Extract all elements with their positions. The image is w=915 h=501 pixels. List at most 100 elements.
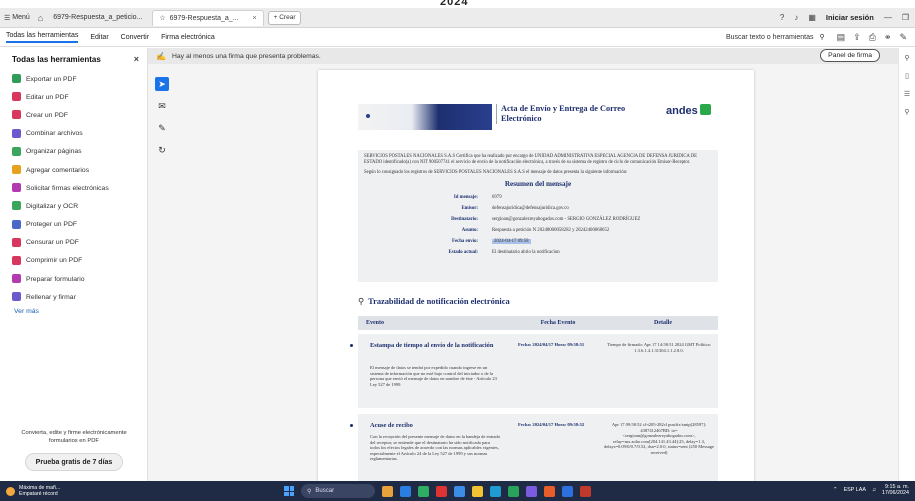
event-description: Con la recepción del presente mensaje de… bbox=[370, 434, 500, 462]
summary-key: Destinatario: bbox=[451, 217, 478, 222]
summary-row: Emisor: defensajuridica@defensajuridica.g… bbox=[364, 203, 712, 214]
volume-icon[interactable]: ♫ bbox=[872, 487, 876, 493]
year-label: 2024 bbox=[440, 0, 469, 8]
comment-icon[interactable]: ✉ bbox=[155, 99, 169, 113]
weather-widget[interactable]: Máxima de mañ... Empataré récord bbox=[6, 485, 60, 497]
event-row: Acuse de recibo Con la recepción del pre… bbox=[350, 414, 718, 481]
tool-item[interactable]: Editar un PDF bbox=[0, 88, 147, 106]
menu-convert[interactable]: Convertir bbox=[121, 34, 149, 41]
menu-e-signature[interactable]: Firma electrónica bbox=[161, 34, 215, 41]
link-icon[interactable]: ⚭ bbox=[884, 32, 892, 43]
menu-edit[interactable]: Editar bbox=[90, 34, 108, 41]
tool-item[interactable]: Digitalizar y OCR bbox=[0, 197, 147, 215]
layers-icon[interactable]: ☰ bbox=[904, 90, 910, 98]
close-tab-icon[interactable]: × bbox=[253, 15, 257, 22]
tool-item[interactable]: Censurar un PDF bbox=[0, 234, 147, 252]
tab-document-1[interactable]: 6979-Respuesta_a_peticio... bbox=[47, 10, 148, 26]
event-row: Estampa de tiempo al envío de la notific… bbox=[350, 334, 718, 408]
select-cursor-icon[interactable]: ➤ bbox=[155, 77, 169, 91]
taskbar-search[interactable]: ⚲ Buscar bbox=[301, 484, 375, 498]
signin-button[interactable]: Iniciar sesión bbox=[826, 13, 874, 22]
app-icon[interactable] bbox=[454, 485, 465, 497]
app-icon[interactable] bbox=[544, 485, 555, 497]
tool-label: Agregar comentarios bbox=[26, 166, 90, 174]
tool-item[interactable]: Combinar archivos bbox=[0, 125, 147, 143]
tab-document-2[interactable]: ☆ 6979-Respuesta_a_... × bbox=[152, 9, 264, 26]
tool-item[interactable]: Exportar un PDF bbox=[0, 70, 147, 88]
app-icon[interactable] bbox=[382, 485, 393, 497]
tool-item[interactable]: Organizar páginas bbox=[0, 143, 147, 161]
summary-box: SERVICIOS POSTALES NACIONALES S.A.S Cert… bbox=[358, 150, 718, 282]
page-icon[interactable]: ▯ bbox=[905, 72, 909, 80]
events-table-header: Evento Fecha Evento Detalle bbox=[358, 316, 718, 330]
help-icon[interactable]: ? bbox=[780, 13, 784, 22]
tool-item[interactable]: Comprimir un PDF bbox=[0, 252, 147, 270]
minimize-icon[interactable]: — bbox=[884, 13, 892, 22]
signature-warning-bar: ✍ Hay al menos una firma que presenta pr… bbox=[148, 48, 898, 64]
menu-button[interactable]: ☰ Menú bbox=[4, 14, 30, 22]
tool-icon bbox=[12, 164, 21, 174]
tool-label: Proteger un PDF bbox=[26, 221, 77, 229]
summary-value: sergioan@gonzalezreyabogados.com - SERGI… bbox=[492, 217, 641, 222]
lang-indicator[interactable]: ESP LAA bbox=[844, 487, 866, 493]
app-icon[interactable] bbox=[526, 485, 537, 497]
tool-item[interactable]: Agregar comentarios bbox=[0, 161, 147, 179]
lasso-icon[interactable]: ↻ bbox=[155, 143, 169, 157]
star-icon[interactable]: ☆ bbox=[159, 14, 165, 22]
col-date: Fecha Evento bbox=[540, 320, 576, 326]
pdf-page: Acta de Envío y Entrega de Correo Electr… bbox=[318, 70, 754, 481]
app-icon[interactable] bbox=[490, 485, 501, 497]
andes-logo-mark-icon bbox=[699, 104, 711, 115]
annotation-toolbar: ➤ ✉ ✎ ↻ bbox=[153, 77, 171, 157]
tool-icon bbox=[12, 110, 21, 120]
see-more-link[interactable]: Ver más bbox=[14, 308, 147, 315]
tool-icon bbox=[12, 274, 21, 284]
summary-key: Emisor: bbox=[461, 206, 478, 211]
search-icon[interactable]: ⚲ bbox=[904, 54, 909, 62]
windows-start-icon[interactable] bbox=[284, 486, 294, 496]
print-icon[interactable]: ⎙ bbox=[869, 32, 876, 43]
summary-title: Resumen del mensaje bbox=[504, 180, 572, 188]
view-icon[interactable]: ▤ bbox=[837, 32, 846, 43]
close-icon[interactable]: × bbox=[134, 54, 139, 64]
warning-message: Hay al menos una firma que presenta prob… bbox=[171, 52, 321, 60]
share-icon[interactable]: ⇪ bbox=[853, 32, 861, 43]
app-icon[interactable] bbox=[436, 485, 447, 497]
tool-item[interactable]: Proteger un PDF bbox=[0, 216, 147, 234]
magnifier-icon: ⚲ bbox=[358, 296, 365, 306]
document-canvas[interactable]: Acta de Envío y Entrega de Correo Electr… bbox=[148, 64, 898, 481]
summary-row: Estado actual: El destinatario abrio la n… bbox=[364, 247, 712, 258]
signature-panel-button[interactable]: Panel de firma bbox=[820, 49, 880, 62]
app-icon[interactable] bbox=[562, 485, 573, 497]
summary-value: defensajuridica@defensajuridica.gov.co bbox=[492, 206, 569, 211]
app-icon[interactable] bbox=[400, 485, 411, 497]
app-icon[interactable] bbox=[508, 485, 519, 497]
bell-icon[interactable]: ♪ bbox=[794, 13, 798, 22]
free-trial-button[interactable]: Prueba gratis de 7 días bbox=[25, 453, 123, 471]
home-icon[interactable]: ⌂ bbox=[38, 13, 43, 23]
menu-all-tools[interactable]: Todas las herramientas bbox=[6, 32, 79, 43]
tool-icon bbox=[12, 128, 21, 138]
search-icon: ⚲ bbox=[307, 488, 312, 495]
tool-item[interactable]: Solicitar firmas electrónicas bbox=[0, 179, 147, 197]
draw-icon[interactable]: ✎ bbox=[155, 121, 169, 135]
summary-key: Asunto: bbox=[461, 228, 478, 233]
apps-icon[interactable]: ▦ bbox=[808, 13, 816, 22]
tool-icon bbox=[12, 92, 21, 102]
new-tab-button[interactable]: + Crear bbox=[267, 10, 302, 25]
tray-chevron-icon[interactable]: ⌃ bbox=[833, 487, 838, 493]
tool-icon bbox=[12, 255, 21, 265]
maximize-icon[interactable]: ❐ bbox=[902, 13, 909, 22]
clock[interactable]: 9:15 a. m. 17/06/2024 bbox=[882, 484, 909, 496]
tool-item[interactable]: Preparar formulario bbox=[0, 270, 147, 288]
app-icon[interactable] bbox=[418, 485, 429, 497]
acrobat-icon[interactable] bbox=[580, 485, 591, 497]
tool-item[interactable]: Rellenar y firmar bbox=[0, 288, 147, 306]
pen-icon[interactable]: ✎ bbox=[899, 32, 907, 43]
document-title: Acta de Envío y Entrega de Correo Electr… bbox=[496, 104, 646, 124]
app-icon[interactable] bbox=[472, 485, 483, 497]
summary-key: Id mensaje: bbox=[453, 195, 478, 200]
attach-icon[interactable]: ⚲ bbox=[904, 108, 909, 116]
tool-item[interactable]: Crear un PDF bbox=[0, 106, 147, 124]
search-tools[interactable]: Buscar texto o herramientas ⚲ bbox=[726, 33, 825, 42]
